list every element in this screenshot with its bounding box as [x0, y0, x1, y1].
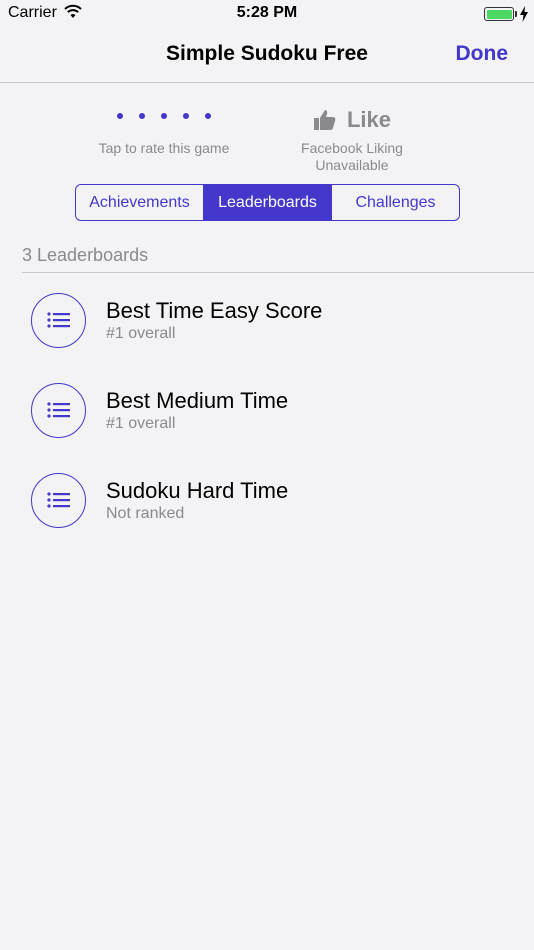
- list-icon: [31, 383, 86, 438]
- leaderboard-title: Sudoku Hard Time: [106, 478, 289, 503]
- clock: 5:28 PM: [236, 4, 298, 21]
- tab-leaderboards[interactable]: Leaderboards: [204, 185, 332, 220]
- rating-dot[interactable]: [161, 113, 167, 119]
- done-button[interactable]: Done: [456, 42, 509, 66]
- status-bar: Carrier 5:28 PM: [0, 0, 534, 28]
- rating-dot[interactable]: [117, 113, 123, 119]
- leaderboard-row[interactable]: Best Medium Time #1 overall: [0, 373, 534, 463]
- list-icon: [31, 293, 86, 348]
- leaderboard-row[interactable]: Sudoku Hard Time Not ranked: [0, 463, 534, 553]
- like-control: Like Facebook Liking Unavailable: [282, 106, 422, 174]
- section-divider: [22, 272, 534, 273]
- charging-icon: [520, 6, 528, 22]
- battery-icon: [484, 7, 514, 21]
- thumbs-up-icon: [313, 110, 336, 130]
- leaderboard-row[interactable]: Best Time Easy Score #1 overall: [0, 283, 534, 373]
- leaderboard-list: Best Time Easy Score #1 overall Best Med…: [0, 283, 534, 553]
- rate-label: Tap to rate this game: [98, 140, 230, 156]
- rate-game-control[interactable]: Tap to rate this game: [84, 106, 244, 156]
- battery-cap: [515, 11, 517, 17]
- tab-achievements[interactable]: Achievements: [76, 185, 204, 220]
- rating-dots[interactable]: [84, 106, 244, 126]
- leaderboard-title: Best Medium Time: [106, 388, 289, 413]
- rating-dot[interactable]: [183, 113, 189, 119]
- game-center-screen: Carrier 5:28 PM Simple Sudoku Free Done …: [0, 0, 534, 950]
- navigation-bar: Simple Sudoku Free Done: [0, 28, 534, 83]
- leaderboard-rank: #1 overall: [106, 325, 176, 342]
- leaderboard-rank: #1 overall: [106, 415, 176, 432]
- tab-challenges[interactable]: Challenges: [332, 185, 459, 220]
- like-status: Facebook Liking Unavailable: [301, 140, 403, 173]
- like-label: Like: [346, 107, 392, 132]
- rating-dot[interactable]: [139, 113, 145, 119]
- page-title: Simple Sudoku Free: [166, 42, 368, 65]
- rating-dot[interactable]: [205, 113, 211, 119]
- list-icon: [31, 473, 86, 528]
- section-header: 3 Leaderboards: [22, 245, 149, 265]
- tab-selector: Achievements Leaderboards Challenges: [75, 184, 460, 221]
- leaderboard-title: Best Time Easy Score: [106, 298, 323, 323]
- leaderboard-rank: Not ranked: [106, 505, 185, 522]
